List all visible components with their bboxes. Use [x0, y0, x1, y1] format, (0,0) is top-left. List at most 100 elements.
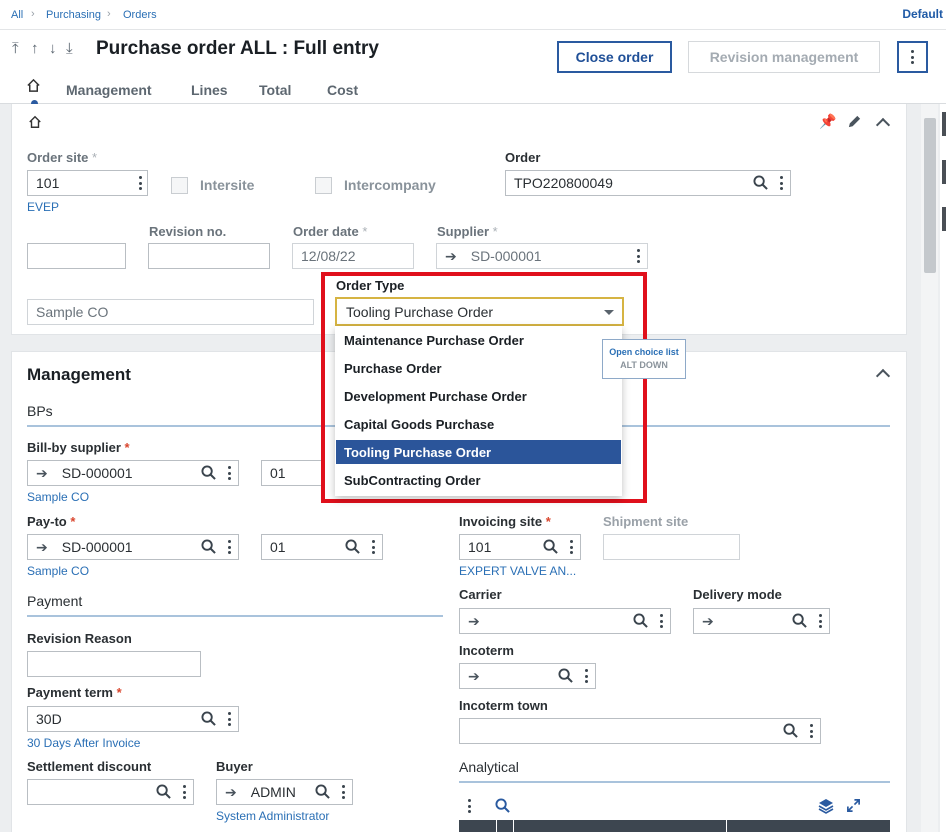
- search-icon[interactable]: [201, 711, 216, 726]
- previous-record-icon[interactable]: ↑: [31, 40, 39, 57]
- search-icon[interactable]: [345, 539, 360, 554]
- revision-no-field[interactable]: [148, 243, 270, 269]
- shipment-site-field[interactable]: [603, 534, 740, 560]
- carrier-field[interactable]: ➔: [459, 608, 671, 634]
- breadcrumb-all[interactable]: All: [11, 9, 23, 21]
- incoterm-town-label: Incoterm town: [459, 698, 548, 713]
- order-number-field[interactable]: TPO220800049: [505, 170, 791, 196]
- kebab-icon[interactable]: [776, 175, 786, 191]
- search-icon[interactable]: [543, 539, 558, 554]
- revision-reason-field[interactable]: [27, 651, 201, 677]
- arrow-right-icon[interactable]: ➔: [225, 784, 237, 801]
- pay-to-address-field[interactable]: 01: [261, 534, 383, 560]
- kebab-icon[interactable]: [656, 613, 666, 629]
- search-icon[interactable]: [156, 784, 171, 799]
- bill-by-supplier-link[interactable]: Sample CO: [27, 490, 89, 504]
- layers-icon[interactable]: [818, 798, 834, 814]
- scrollbar-thumb[interactable]: [924, 118, 936, 273]
- search-icon[interactable]: [495, 798, 510, 813]
- tab-lines[interactable]: Lines: [191, 82, 228, 98]
- arrow-right-icon[interactable]: ➔: [468, 668, 480, 685]
- breadcrumb-purchasing[interactable]: Purchasing: [46, 9, 101, 21]
- option-capital-goods-purchase[interactable]: Capital Goods Purchase: [336, 412, 621, 436]
- more-actions-button[interactable]: [897, 41, 928, 73]
- settlement-discount-field[interactable]: [27, 779, 194, 805]
- order-site-field[interactable]: 101: [27, 170, 148, 196]
- invoicing-site-link[interactable]: EXPERT VALVE AN...: [459, 564, 576, 578]
- invoicing-site-field[interactable]: 101: [459, 534, 581, 560]
- expand-icon[interactable]: [846, 798, 861, 813]
- tab-cost[interactable]: Cost: [327, 82, 358, 98]
- bill-by-supplier-field[interactable]: ➔ SD-000001: [27, 460, 239, 486]
- home-tab-icon[interactable]: [26, 78, 41, 93]
- incoterm-field[interactable]: ➔: [459, 663, 596, 689]
- revision-management-button[interactable]: Revision management: [688, 41, 880, 73]
- pin-icon[interactable]: 📌: [819, 113, 836, 130]
- buyer-field[interactable]: ➔ ADMIN: [216, 779, 353, 805]
- home-icon: [29, 115, 41, 128]
- order-site-link[interactable]: EVEP: [27, 200, 59, 214]
- kebab-icon[interactable]: [224, 465, 234, 481]
- order-type-select[interactable]: Tooling Purchase Order: [335, 297, 624, 326]
- pencil-icon[interactable]: [847, 114, 862, 129]
- intercompany-checkbox[interactable]: [315, 177, 332, 194]
- close-order-button[interactable]: Close order: [557, 41, 672, 73]
- search-icon[interactable]: [753, 175, 768, 190]
- buyer-link[interactable]: System Administrator: [216, 809, 329, 823]
- kebab-icon[interactable]: [581, 668, 591, 684]
- payment-term-link[interactable]: 30 Days After Invoice: [27, 736, 140, 750]
- first-record-icon[interactable]: ⤒: [12, 40, 19, 57]
- kebab-icon[interactable]: [224, 711, 234, 727]
- kebab-icon[interactable]: [566, 539, 576, 555]
- bill-by-address-field[interactable]: 01: [261, 460, 323, 486]
- payment-term-field[interactable]: 30D: [27, 706, 239, 732]
- tab-total[interactable]: Total: [259, 82, 291, 98]
- search-icon[interactable]: [633, 613, 648, 628]
- option-subcontracting-order[interactable]: SubContracting Order: [336, 468, 621, 492]
- search-icon[interactable]: [315, 784, 330, 799]
- option-development-purchase-order[interactable]: Development Purchase Order: [336, 384, 621, 408]
- caret-down-icon[interactable]: [604, 310, 614, 315]
- delivery-mode-field[interactable]: ➔: [693, 608, 830, 634]
- incoterm-town-field[interactable]: [459, 718, 821, 744]
- kebab-icon[interactable]: [633, 248, 643, 264]
- option-tooling-purchase-order[interactable]: Tooling Purchase Order: [336, 440, 621, 464]
- arrow-right-icon[interactable]: ➔: [36, 539, 48, 556]
- pay-to-field[interactable]: ➔ SD-000001: [27, 534, 239, 560]
- kebab-icon[interactable]: [815, 613, 825, 629]
- edge-tab[interactable]: [942, 112, 946, 136]
- search-icon[interactable]: [792, 613, 807, 628]
- order-date-field[interactable]: 12/08/22: [292, 243, 414, 269]
- option-purchase-order[interactable]: Purchase Order: [336, 356, 621, 380]
- kebab-icon[interactable]: [224, 539, 234, 555]
- default-link[interactable]: Default: [902, 7, 943, 21]
- pay-to-link[interactable]: Sample CO: [27, 564, 89, 578]
- supplier-field[interactable]: ➔ SD-000001: [436, 243, 648, 269]
- kebab-icon[interactable]: [338, 784, 348, 800]
- supplier-name-field[interactable]: Sample CO: [27, 299, 314, 325]
- edge-tab[interactable]: [942, 160, 946, 184]
- next-record-icon[interactable]: ↓: [49, 40, 57, 57]
- option-maintenance-purchase-order[interactable]: Maintenance Purchase Order: [336, 328, 621, 352]
- arrow-right-icon[interactable]: ➔: [445, 248, 457, 265]
- order-prefix-field[interactable]: [27, 243, 126, 269]
- kebab-icon[interactable]: [806, 723, 816, 739]
- kebab-icon[interactable]: [135, 175, 145, 191]
- last-record-icon[interactable]: ⤓: [66, 40, 73, 57]
- kebab-icon[interactable]: [179, 784, 189, 800]
- kebab-icon[interactable]: [368, 539, 378, 555]
- kebab-icon[interactable]: [464, 798, 474, 814]
- tooltip-title: Open choice list: [609, 347, 679, 357]
- edge-tab[interactable]: [942, 207, 946, 231]
- intersite-checkbox[interactable]: [171, 177, 188, 194]
- arrow-right-icon[interactable]: ➔: [702, 613, 714, 630]
- arrow-right-icon[interactable]: ➔: [468, 613, 480, 630]
- breadcrumb-orders[interactable]: Orders: [123, 9, 157, 21]
- search-icon[interactable]: [783, 723, 798, 738]
- search-icon[interactable]: [201, 539, 216, 554]
- search-icon[interactable]: [558, 668, 573, 683]
- pay-to-label: Pay-to *: [27, 514, 76, 529]
- arrow-right-icon[interactable]: ➔: [36, 465, 48, 482]
- search-icon[interactable]: [201, 465, 216, 480]
- tab-management[interactable]: Management: [66, 82, 152, 98]
